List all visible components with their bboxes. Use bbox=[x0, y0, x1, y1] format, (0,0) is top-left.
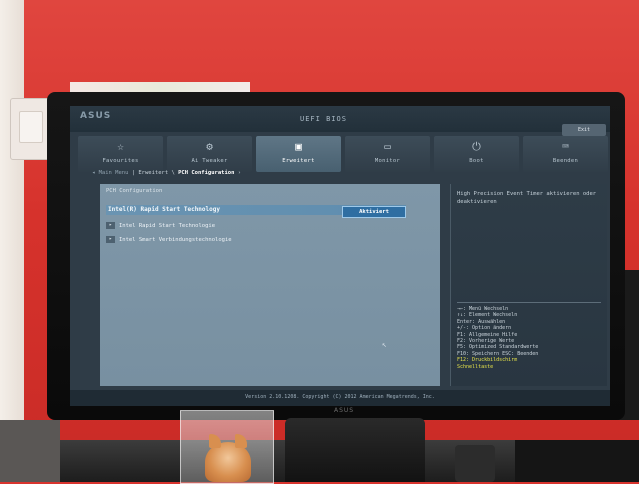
submenu-smart-connect[interactable]: ▸ Intel Smart Verbindungstechnologie bbox=[106, 236, 232, 245]
tab-bar: ☆ Favourites ⚙ Ai Tweaker ▣ Erweitert ▭ … bbox=[78, 136, 608, 172]
key-legend: →←: Menü Wechseln ↑↓: Element Wechseln E… bbox=[457, 306, 605, 370]
submenu-rapid-start[interactable]: ▸ Intel Rapid Start Technologie bbox=[106, 222, 215, 231]
submenu-arrow-icon: ▸ bbox=[106, 236, 115, 243]
section-title: PCH Configuration bbox=[106, 188, 163, 194]
submenu-arrow-icon: ▸ bbox=[106, 222, 115, 229]
keyboard bbox=[515, 440, 639, 482]
fox-figurine bbox=[205, 434, 251, 482]
tab-label: Favourites bbox=[102, 158, 139, 164]
mouse-cursor-icon: ↖ bbox=[382, 340, 387, 349]
exit-icon: ⌨ bbox=[562, 140, 569, 153]
submenu-label: Intel Rapid Start Technologie bbox=[119, 223, 216, 229]
monitor-icon: ▭ bbox=[384, 140, 391, 153]
bios-title: UEFI BIOS bbox=[300, 115, 347, 123]
help-divider bbox=[457, 302, 601, 303]
star-icon: ☆ bbox=[117, 140, 124, 153]
tab-label: Monitor bbox=[374, 158, 401, 164]
breadcrumb-parent[interactable]: Erweitert bbox=[138, 170, 168, 176]
tweak-icon: ⚙ bbox=[206, 140, 213, 153]
breadcrumb-back[interactable]: ◂ Main Menu bbox=[92, 170, 128, 176]
power-icon: ⏻ bbox=[472, 140, 481, 153]
switch-toggle bbox=[19, 111, 43, 143]
window-frame bbox=[0, 0, 24, 482]
submenu-label: Intel Smart Verbindungstechnologie bbox=[119, 237, 232, 243]
brand-logo: ASUS bbox=[80, 111, 112, 121]
desk-object bbox=[455, 445, 495, 482]
desk-object-left bbox=[0, 420, 60, 482]
advanced-icon: ▣ bbox=[295, 140, 302, 153]
monitor-stand bbox=[285, 418, 425, 482]
exit-button[interactable]: Exit bbox=[562, 124, 606, 136]
chevron-right-icon: › bbox=[237, 170, 242, 176]
help-description: High Precision Event Timer aktivieren od… bbox=[457, 191, 597, 205]
monitor-logo: ASUS bbox=[334, 407, 355, 414]
key-hint-highlight[interactable]: Schnelltaste bbox=[457, 364, 605, 370]
bios-screen: ASUS UEFI BIOS Exit ☆ Favourites ⚙ Ai Tw… bbox=[70, 106, 610, 406]
footer-bar: Version 2.10.1208. Copyright (C) 2012 Am… bbox=[70, 390, 610, 406]
light-switch bbox=[10, 98, 52, 160]
tab-beenden[interactable]: ⌨ Beenden bbox=[523, 136, 608, 172]
tab-erweitert[interactable]: ▣ Erweitert bbox=[256, 136, 341, 172]
breadcrumb-back-label: Main Menu bbox=[98, 170, 129, 176]
tab-monitor[interactable]: ▭ Monitor bbox=[345, 136, 430, 172]
breadcrumb: ◂ Main Menu | Erweitert \ PCH Configurat… bbox=[92, 170, 241, 180]
tab-label: Ai Tweaker bbox=[191, 158, 228, 164]
version-text: Version 2.10.1208. Copyright (C) 2012 Am… bbox=[245, 394, 435, 400]
tab-label: Boot bbox=[469, 158, 484, 164]
settings-panel: PCH Configuration Intel(R) Rapid Start T… bbox=[100, 184, 440, 386]
setting-value-dropdown[interactable]: Aktiviert bbox=[342, 206, 406, 218]
help-panel: High Precision Event Timer aktivieren od… bbox=[450, 184, 607, 386]
breadcrumb-current: PCH Configuration bbox=[178, 170, 235, 176]
tab-label: Beenden bbox=[552, 158, 579, 164]
tab-ai-tweaker[interactable]: ⚙ Ai Tweaker bbox=[167, 136, 252, 172]
tab-label: Erweitert bbox=[282, 158, 315, 164]
tab-boot[interactable]: ⏻ Boot bbox=[434, 136, 519, 172]
setting-label: Intel(R) Rapid Start Technology bbox=[108, 206, 220, 213]
top-bar: ASUS UEFI BIOS Exit bbox=[70, 106, 610, 136]
tab-favourites[interactable]: ☆ Favourites bbox=[78, 136, 163, 172]
